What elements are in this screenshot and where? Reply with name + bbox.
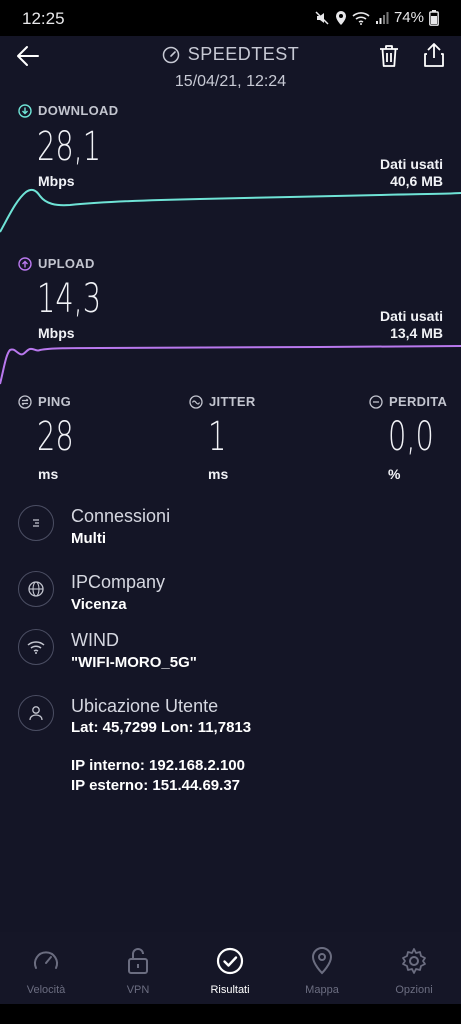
connections-value: Multi	[71, 530, 106, 547]
nav-label-vpn: VPN	[126, 984, 150, 996]
wifi-status-icon	[352, 11, 370, 25]
connections-title: Connessioni	[71, 506, 171, 526]
upload-label: UPLOAD	[18, 256, 95, 271]
nav-item-mappa[interactable]: Mappa	[276, 932, 368, 1004]
wifi-value: "WIFI-MORO_5G"	[71, 654, 197, 671]
ping-label-text: PING	[38, 394, 71, 409]
ping-stat: PING 28 ms	[18, 394, 158, 482]
loss-label-text: PERDITA	[389, 394, 448, 409]
user-icon	[18, 695, 54, 731]
connections-icon	[18, 505, 54, 541]
nav-label-opzioni: Opzioni	[395, 984, 433, 996]
upload-value: 14,3	[37, 276, 102, 322]
provider-value: Vicenza	[71, 596, 127, 613]
bottom-nav: Velocità VPN Risultati Mappa Opzioni	[0, 932, 461, 1004]
wifi-title: WIND	[71, 630, 119, 650]
ping-icon	[18, 394, 32, 409]
top-bar: SPEEDTEST 15/04/21, 12:24	[0, 36, 461, 100]
wifi-row: WIND "WIFI-MORO_5G"	[0, 628, 461, 678]
loss-stat: PERDITA 0,0 %	[369, 394, 459, 482]
internal-ip: IP interno: 192.168.2.100	[71, 757, 245, 774]
mute-icon	[315, 10, 329, 25]
nav-item-vpn[interactable]: VPN	[92, 932, 184, 1004]
page-title: SPEEDTEST	[162, 44, 300, 65]
jitter-label-text: JITTER	[209, 394, 256, 409]
status-time: 12:25	[22, 9, 65, 28]
speedometer-icon	[34, 951, 58, 969]
upload-label-text: UPLOAD	[38, 256, 95, 271]
provider-row: IPCompany Vicenza	[0, 570, 461, 620]
gesture-bar	[0, 1004, 461, 1024]
download-label-text: DOWNLOAD	[38, 103, 119, 118]
download-label: DOWNLOAD	[18, 103, 118, 118]
signal-icon	[375, 11, 389, 24]
speedtest-logo-icon	[162, 46, 179, 63]
upload-section: UPLOAD 14,3 Mbps Dati usati 13,4 MB	[0, 254, 461, 388]
location-icon	[335, 10, 346, 25]
gear-icon	[402, 948, 426, 974]
upload-data-label: Dati usati	[379, 308, 443, 324]
connections-row: Connessioni Multi	[0, 504, 461, 554]
download-value: 28,1	[37, 124, 102, 170]
check-circle-icon	[216, 947, 244, 975]
ping-label: PING	[18, 394, 158, 409]
nav-item-opzioni[interactable]: Opzioni	[368, 932, 460, 1004]
nav-label-risultati: Risultati	[210, 984, 250, 996]
provider-title: IPCompany	[71, 572, 166, 592]
jitter-label: JITTER	[189, 394, 329, 409]
battery-percent: 74%	[393, 9, 424, 26]
loss-value: 0,0	[388, 414, 434, 460]
ping-unit: ms	[38, 466, 59, 482]
status-bar: 12:25 74%	[0, 0, 461, 36]
jitter-stat: JITTER 1 ms	[189, 394, 329, 482]
lock-icon	[128, 948, 148, 974]
nav-label-velocita: Velocità	[26, 984, 66, 996]
status-icons: 74%	[314, 9, 439, 26]
ping-value: 28	[37, 414, 74, 460]
page-title-text: SPEEDTEST	[187, 44, 300, 64]
upload-icon	[18, 256, 32, 271]
share-icon[interactable]	[423, 42, 445, 68]
external-ip: IP esterno: 151.44.69.37	[71, 777, 240, 794]
trash-icon[interactable]	[378, 44, 400, 68]
jitter-value: 1	[208, 414, 227, 460]
test-datetime: 15/04/21, 12:24	[174, 73, 287, 90]
loss-label: PERDITA	[369, 394, 459, 409]
nav-label-mappa: Mappa	[305, 984, 339, 996]
download-graph	[0, 188, 461, 233]
wifi-icon	[18, 629, 54, 665]
download-data-label: Dati usati	[379, 156, 443, 172]
location-coords: Lat: 45,7299 Lon: 11,7813	[71, 719, 252, 736]
location-title: Ubicazione Utente	[71, 696, 219, 716]
battery-icon	[429, 9, 439, 26]
globe-icon	[18, 571, 54, 607]
map-pin-icon	[311, 946, 333, 975]
download-section: DOWNLOAD 28,1 Mbps Dati usati 40,6 MB	[0, 100, 461, 240]
upload-graph	[0, 345, 461, 385]
nav-item-risultati[interactable]: Risultati	[184, 932, 276, 1004]
jitter-icon	[189, 394, 203, 409]
loss-unit: %	[388, 466, 401, 482]
nav-item-velocita[interactable]: Velocità	[0, 932, 92, 1004]
stats-row: PING 28 ms JITTER 1 ms PERDITA 0,0 %	[0, 394, 461, 484]
packet-loss-icon	[369, 394, 383, 409]
download-icon	[18, 103, 32, 118]
location-row: Ubicazione Utente Lat: 45,7299 Lon: 11,7…	[0, 694, 461, 794]
jitter-unit: ms	[208, 466, 229, 482]
